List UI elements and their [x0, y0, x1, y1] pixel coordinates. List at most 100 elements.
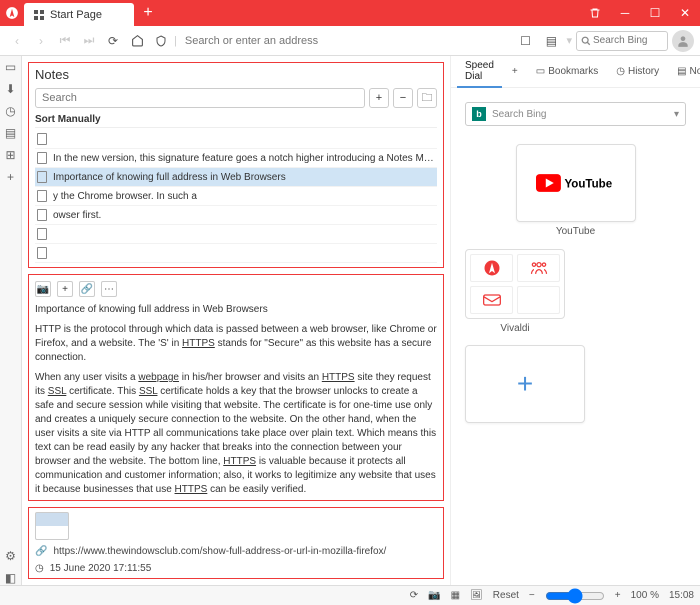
home-button[interactable] [126, 30, 148, 52]
profile-avatar[interactable] [672, 30, 694, 52]
notes-icon: ▤ [677, 66, 686, 77]
note-item[interactable] [35, 244, 437, 263]
status-capture-icon[interactable]: 📷 [428, 590, 440, 601]
rewind-button[interactable]: ⏮ [54, 30, 76, 52]
note-icon [37, 247, 47, 259]
address-input[interactable] [185, 35, 507, 47]
note-item[interactable]: y the Chrome browser. In such a [35, 187, 437, 206]
attachment-thumbnail[interactable] [35, 512, 69, 540]
mini-tile [470, 286, 513, 314]
mini-tile [517, 254, 560, 282]
add-tile-button[interactable]: + [465, 345, 585, 423]
reload-button[interactable]: ⟳ [102, 30, 124, 52]
speed-dial-grid: YouTube YouTube Vivaldi + [465, 144, 686, 423]
more-button[interactable]: ⋯ [101, 281, 117, 297]
shield-icon[interactable] [150, 30, 172, 52]
clock-icon: ◷ [35, 563, 44, 574]
tile-label: YouTube [465, 226, 686, 237]
remove-note-button[interactable]: − [393, 88, 413, 108]
note-item[interactable]: owser first. [35, 206, 437, 225]
clock-time: 15:08 [669, 590, 694, 601]
tab-speed-dial[interactable]: Speed Dial [457, 56, 502, 88]
zoom-reset[interactable]: Reset [493, 590, 519, 601]
source-url[interactable]: https://www.thewindowsclub.com/show-full… [53, 546, 386, 557]
panel-bookmarks-icon[interactable]: ▭ [4, 60, 18, 74]
tab-title: Start Page [50, 9, 102, 21]
timestamp-row: ◷ 15 June 2020 17:11:55 [35, 563, 437, 574]
note-item[interactable] [35, 130, 437, 149]
speed-dial-search[interactable]: b Search Bing ▾ [465, 102, 686, 126]
tile-label: Vivaldi [465, 323, 565, 334]
forward-button[interactable]: › [30, 30, 52, 52]
tab-grid-icon [34, 10, 44, 20]
folder-vivaldi[interactable]: Vivaldi [465, 247, 565, 335]
trash-button[interactable] [580, 0, 610, 26]
minimize-button[interactable]: ─ [610, 0, 640, 26]
status-tiling-icon[interactable]: ▦ [451, 590, 460, 601]
note-icon [37, 133, 47, 145]
search-input[interactable] [593, 35, 663, 46]
note-item[interactable] [35, 225, 437, 244]
browser-tab[interactable]: Start Page [24, 3, 134, 26]
note-item[interactable]: Importance of knowing full address in We… [35, 168, 437, 187]
search-box[interactable] [576, 31, 668, 51]
panel-downloads-icon[interactable]: ⬇ [4, 82, 18, 96]
titlebar: Start Page + ─ ☐ ✕ [0, 0, 700, 26]
tab-history[interactable]: ◷History [608, 62, 667, 81]
panel-settings-icon[interactable]: ⚙ [4, 549, 18, 563]
zoom-out-button[interactable]: − [529, 590, 535, 601]
tab-bookmarks[interactable]: ▭Bookmarks [528, 62, 606, 81]
note-metadata-section: 🔗 https://www.thewindowsclub.com/show-fu… [28, 507, 444, 579]
mini-tile [470, 254, 513, 282]
back-button[interactable]: ‹ [6, 30, 28, 52]
panel-add-icon[interactable]: + [4, 170, 18, 184]
maximize-button[interactable]: ☐ [640, 0, 670, 26]
bookmark-icon: ▭ [536, 66, 545, 77]
zoom-in-button[interactable]: + [615, 590, 621, 601]
content-area: ▭ ⬇ ◷ ▤ ⊞ + ⚙ ◧ Notes + − 🗀 Sort Manuall… [0, 56, 700, 585]
tab-add[interactable]: + [504, 62, 526, 81]
zoom-value: 100 % [631, 590, 659, 601]
panel-history-icon[interactable]: ◷ [4, 104, 18, 118]
notes-panel: Notes + − 🗀 Sort Manually In the new ver… [22, 56, 450, 585]
notes-title: Notes [35, 67, 437, 82]
new-folder-button[interactable]: 🗀 [417, 88, 437, 108]
sort-label[interactable]: Sort Manually [35, 112, 437, 128]
address-bar: ‹ › ⏮ ⏭ ⟳ | ☐ ▤ ▾ [0, 26, 700, 56]
app-menu-icon[interactable] [0, 0, 24, 26]
close-button[interactable]: ✕ [670, 0, 700, 26]
status-sync-icon[interactable]: ⟳ [410, 590, 418, 601]
editor-toolbar: 📷 + 🔗 ⋯ [35, 279, 437, 303]
tab-notes[interactable]: ▤Notes [669, 62, 700, 81]
note-editor-body[interactable]: Importance of knowing full address in We… [35, 303, 437, 501]
note-item[interactable]: In the new version, this signature featu… [35, 149, 437, 168]
note-icon [37, 171, 47, 183]
fast-forward-button[interactable]: ⏭ [78, 30, 100, 52]
add-note-button[interactable]: + [369, 88, 389, 108]
editor-title-line: Importance of knowing full address in We… [35, 304, 268, 315]
link-button[interactable]: 🔗 [79, 281, 95, 297]
tile-youtube[interactable]: YouTube [516, 144, 636, 222]
new-tab-button[interactable]: + [138, 0, 158, 26]
timestamp: 15 June 2020 17:11:55 [50, 563, 152, 574]
panel-notes-icon[interactable]: ▤ [4, 126, 18, 140]
history-icon: ◷ [616, 66, 625, 77]
status-images-icon[interactable]: 🖼 [470, 590, 483, 601]
note-icon [37, 209, 47, 221]
note-icon [37, 190, 47, 202]
mini-tile [517, 286, 560, 314]
note-icon [37, 228, 47, 240]
bookmark-icon[interactable]: ☐ [514, 30, 536, 52]
note-icon [37, 152, 47, 164]
notes-search-input[interactable] [35, 88, 365, 108]
bing-logo-icon: b [472, 107, 486, 121]
note-list: In the new version, this signature featu… [35, 130, 437, 263]
attach-image-button[interactable]: 📷 [35, 281, 51, 297]
zoom-slider[interactable] [545, 588, 605, 604]
start-page: Speed Dial + ▭Bookmarks ◷History ▤Notes … [450, 56, 700, 585]
panel-window-icon[interactable]: ⊞ [4, 148, 18, 162]
insert-button[interactable]: + [57, 281, 73, 297]
panel-toggle-icon[interactable]: ◧ [4, 571, 18, 585]
reader-icon[interactable]: ▤ [540, 30, 562, 52]
chevron-down-icon: ▾ [674, 109, 679, 120]
